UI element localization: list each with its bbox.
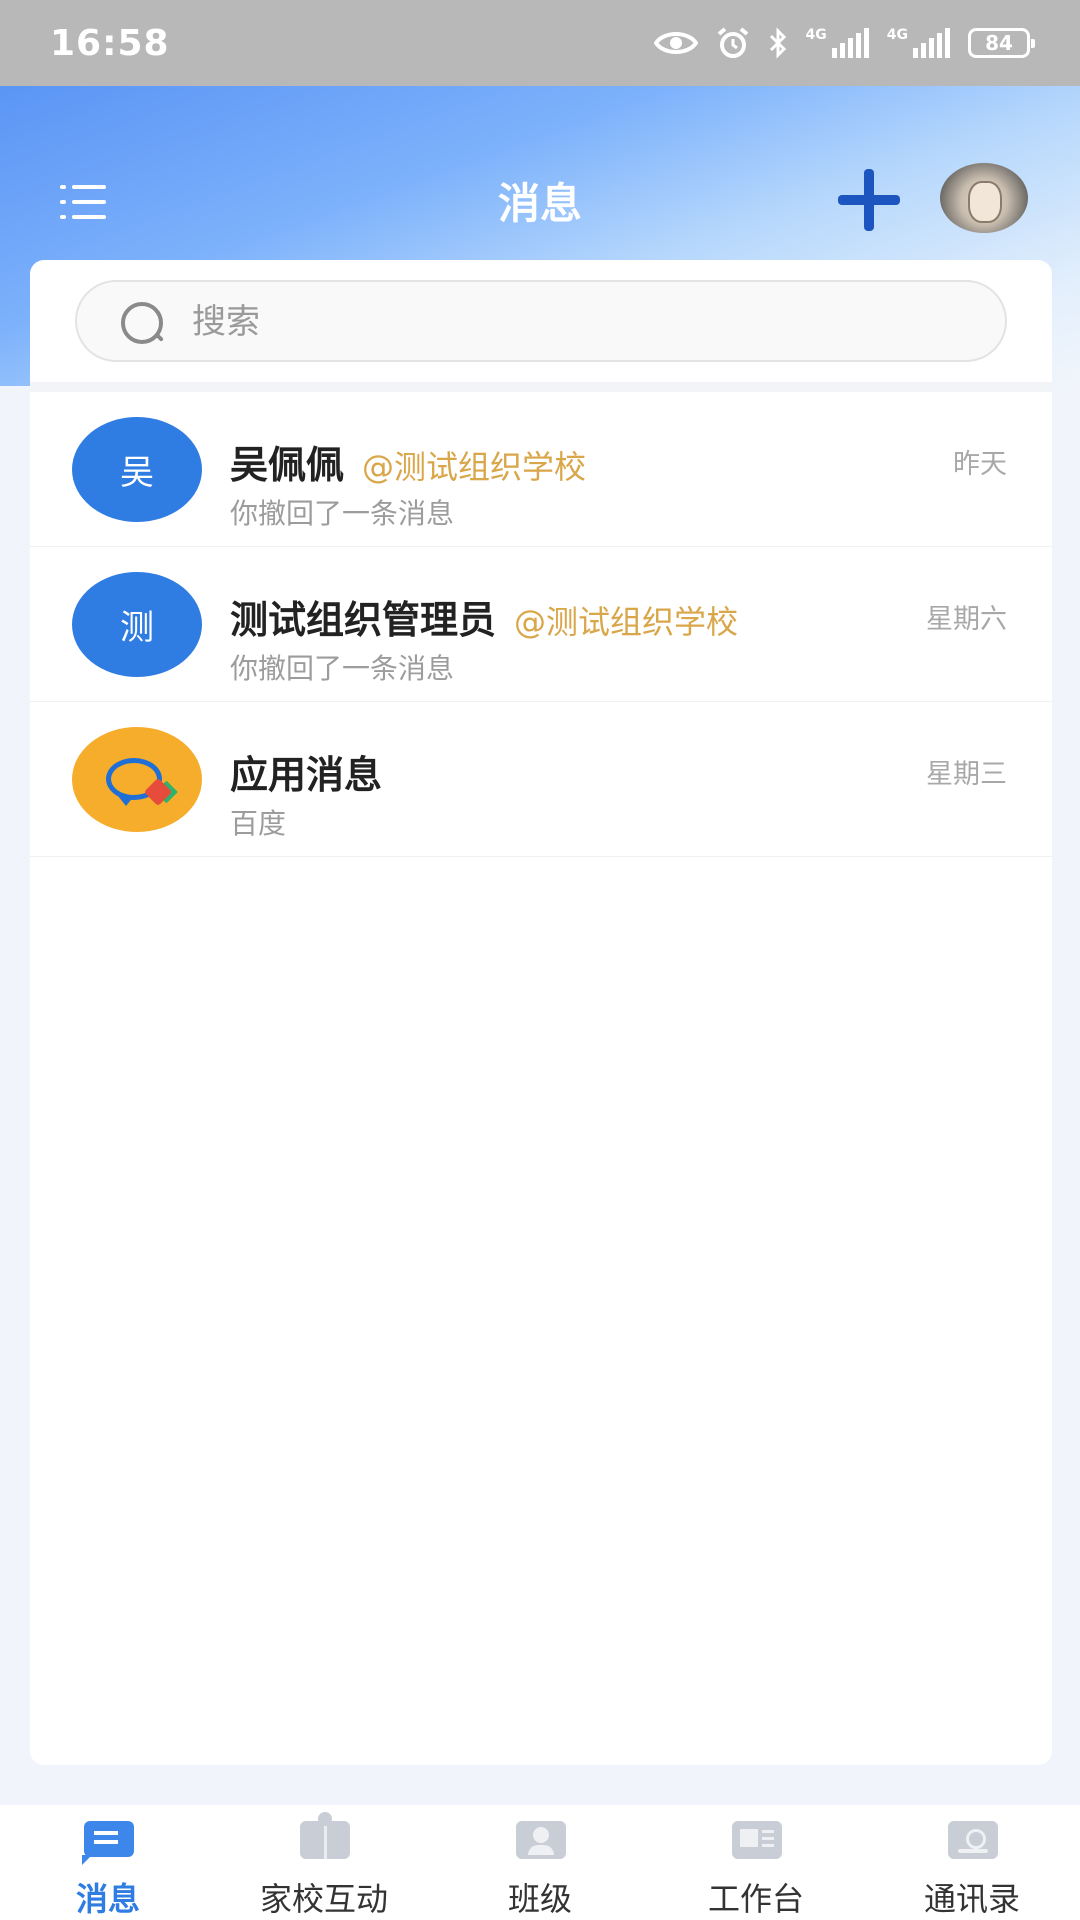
- user-avatar[interactable]: [940, 163, 1028, 233]
- conversation-name: 吴佩佩: [230, 443, 345, 487]
- search-input[interactable]: [192, 294, 972, 350]
- search-box[interactable]: [75, 280, 1007, 362]
- conversation-preview: 百度: [230, 807, 287, 840]
- conversation-time: 星期三: [926, 759, 1007, 790]
- battery-level: 84: [985, 31, 1013, 55]
- network-type-label: 4G: [805, 27, 827, 43]
- bottom-tab-bar: 消息 家校互动 班级 工作台 通讯录: [0, 1805, 1080, 1920]
- avatar-face: [968, 181, 1002, 223]
- plus-icon[interactable]: [838, 169, 900, 231]
- tab-class[interactable]: 班级: [432, 1805, 648, 1920]
- tab-label: 工作台: [707, 1880, 804, 1918]
- signal-icon: 4G: [806, 28, 869, 58]
- tab-contacts[interactable]: 通讯录: [864, 1805, 1080, 1920]
- bluetooth-icon: [769, 27, 786, 59]
- alarm-icon: [717, 27, 748, 58]
- conversation-card: 吴 吴佩佩 @测试组织学校 你撤回了一条消息 昨天 测 测试组织管理员 @测试组…: [30, 260, 1052, 1765]
- conversation-name: 应用消息: [230, 753, 383, 797]
- conversation-time: 昨天: [953, 449, 1007, 480]
- signal-icon: 4G: [887, 28, 950, 58]
- tab-messages[interactable]: 消息: [0, 1805, 216, 1920]
- search-icon: [121, 302, 167, 348]
- status-time: 16:58: [50, 22, 170, 64]
- conversation-name-line: 测试组织管理员 @测试组织学校: [230, 589, 738, 644]
- conversation-avatar: 测: [72, 572, 202, 677]
- tab-label: 通讯录: [923, 1880, 1020, 1918]
- search-area: [30, 260, 1052, 392]
- contacts-icon: [944, 1817, 1000, 1864]
- conversation-item[interactable]: 吴 吴佩佩 @测试组织学校 你撤回了一条消息 昨天: [30, 392, 1052, 547]
- tab-home-school[interactable]: 家校互动: [216, 1805, 432, 1920]
- conversation-name-line: 应用消息: [230, 744, 382, 799]
- conversation-time: 星期六: [926, 604, 1007, 635]
- eye-icon: [653, 32, 698, 54]
- conversation-preview: 你撤回了一条消息: [230, 652, 455, 685]
- battery-icon: 84: [968, 28, 1035, 58]
- message-icon: [80, 1817, 136, 1865]
- avatar-initial: 测: [120, 608, 154, 648]
- avatar-initial: 吴: [120, 453, 154, 493]
- status-bar: 16:58 4G 4G 84: [0, 0, 1080, 86]
- conversation-org: @测试组织学校: [514, 603, 739, 641]
- conversation-avatar: 吴: [72, 417, 202, 522]
- conversation-name-line: 吴佩佩 @测试组织学校: [230, 434, 586, 489]
- conversation-avatar: [72, 727, 202, 832]
- conversation-item[interactable]: 应用消息 百度 星期三: [30, 702, 1052, 857]
- book-icon: [296, 1812, 352, 1864]
- class-icon: [512, 1817, 568, 1864]
- menu-icon[interactable]: [60, 185, 106, 221]
- tab-label: 消息: [75, 1880, 140, 1918]
- conversation-org: @测试组织学校: [362, 448, 587, 486]
- conversation-name: 测试组织管理员: [230, 598, 497, 642]
- conversation-item[interactable]: 测 测试组织管理员 @测试组织学校 你撤回了一条消息 星期六: [30, 547, 1052, 702]
- status-icons: 4G 4G 84: [653, 26, 1035, 60]
- workbench-icon: [728, 1817, 784, 1864]
- conversation-preview: 你撤回了一条消息: [230, 497, 455, 530]
- tab-label: 班级: [507, 1880, 572, 1918]
- tab-label: 家校互动: [259, 1880, 388, 1918]
- app-message-icon: [102, 750, 173, 810]
- network-type-label: 4G: [886, 27, 908, 43]
- tab-workbench[interactable]: 工作台: [648, 1805, 864, 1920]
- page-title: 消息: [497, 179, 582, 228]
